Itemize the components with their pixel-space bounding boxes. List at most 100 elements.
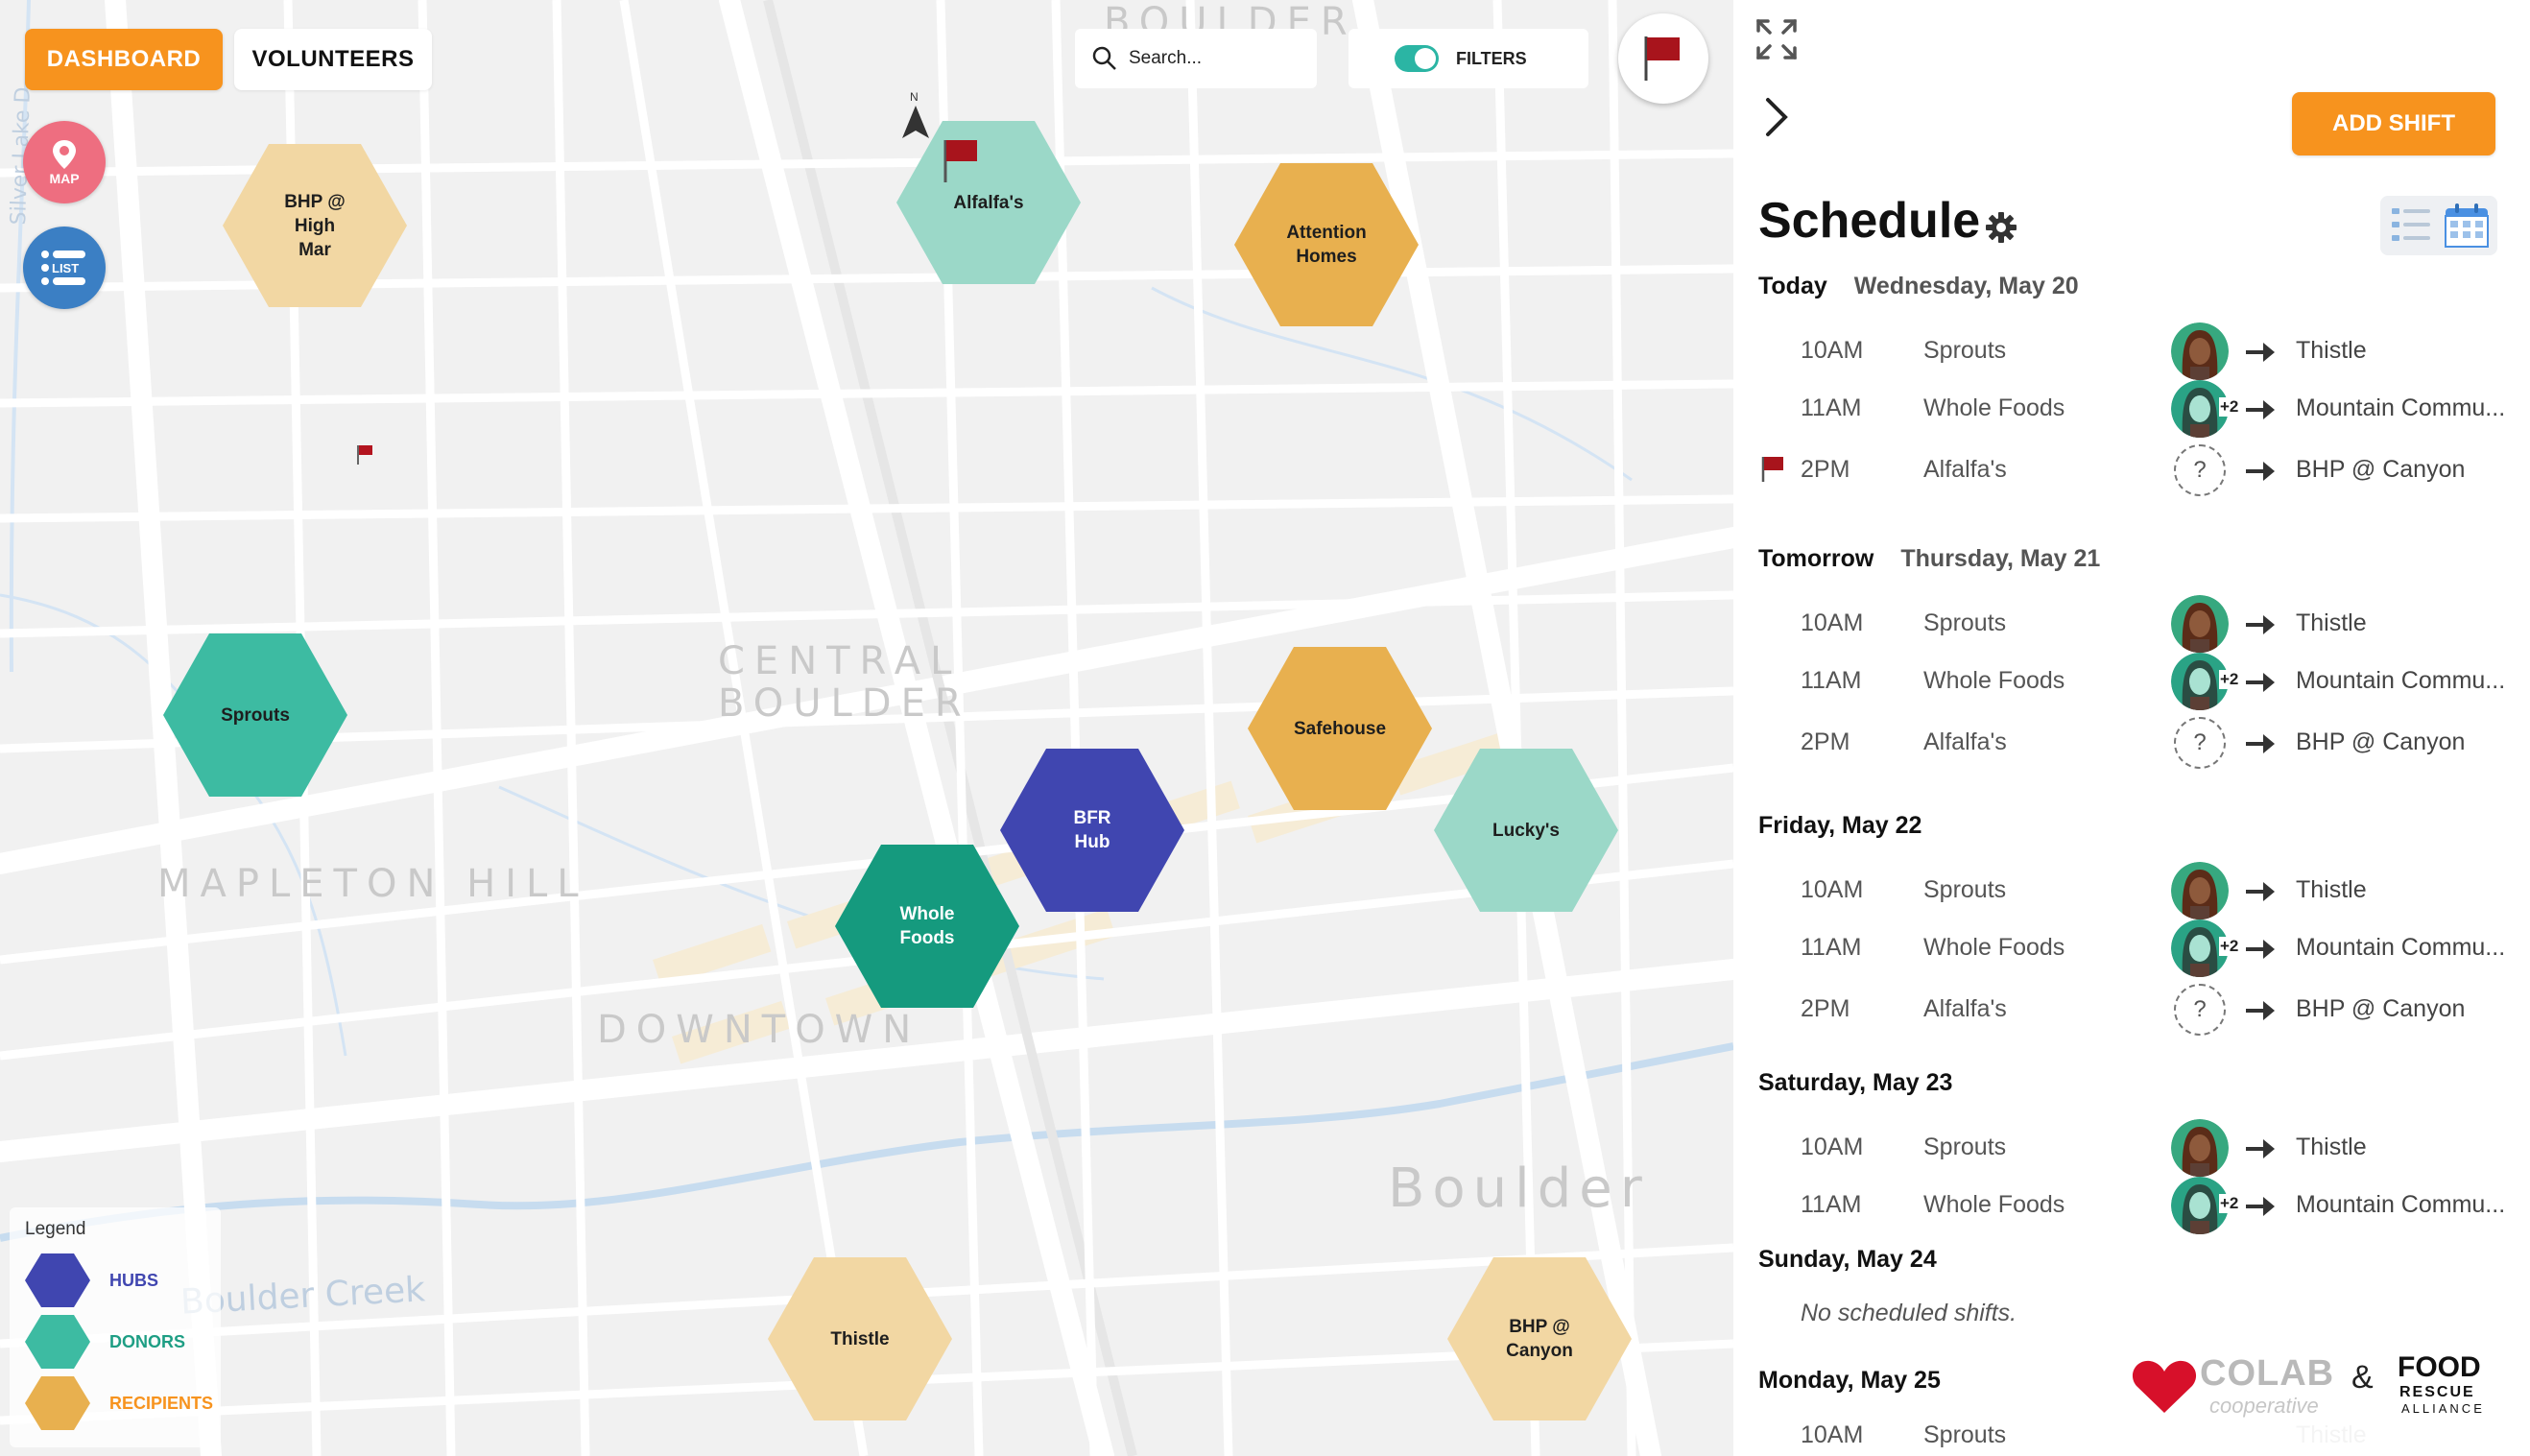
calendar-icon[interactable] [2442, 201, 2492, 251]
volunteer-avatar[interactable]: +2 [2171, 1177, 2240, 1234]
shift-time: 11AM [1801, 394, 1862, 421]
shift-row[interactable]: 2PM Alfalfa's? BHP @ Canyon [1733, 442, 2530, 499]
area-label-downtown: DOWNTOWN [597, 1008, 921, 1052]
shift-recipient: Thistle [2296, 1134, 2367, 1160]
search-input[interactable] [1127, 47, 1303, 70]
area-label-mapleton-hill: MAPLETON HILL [157, 862, 588, 906]
arrow-right-icon [2246, 882, 2275, 901]
day-header: Today Wednesday, May 20 [1758, 273, 2079, 300]
shift-recipient: BHP @ Canyon [2296, 728, 2466, 755]
volunteer-avatar[interactable] [2171, 322, 2229, 380]
expand-icon[interactable] [1753, 15, 1801, 63]
frc-line-3: ALLIANCE [2401, 1401, 2485, 1416]
map-view-button[interactable]: MAP [23, 121, 106, 203]
shift-row[interactable]: 11AM Whole Foods +2 Mountain Commu... [1733, 1177, 2530, 1234]
shift-row[interactable]: 11AM Whole Foods +2 Mountain Commu... [1733, 380, 2530, 438]
view-toggle[interactable] [2380, 196, 2497, 255]
frc-line-2: RESCUE [2399, 1384, 2475, 1400]
avatar [2171, 322, 2229, 380]
shift-recipient: Mountain Commu... [2296, 1191, 2506, 1218]
day-label: Sunday, May 24 [1758, 1246, 1937, 1273]
shift-donor: Sprouts [1923, 337, 2007, 364]
shift-recipient: Thistle [2296, 876, 2367, 903]
shift-time: 11AM [1801, 667, 1862, 694]
map-view[interactable]: N BOULDER CENTRAL BOULDER MAPLETON HILL … [0, 0, 1733, 1456]
day-label: Friday, May 22 [1758, 812, 1922, 839]
volunteer-avatar[interactable]: +2 [2171, 653, 2240, 710]
shift-donor: Alfalfa's [1923, 728, 2007, 755]
shift-row[interactable]: 10AM Sprouts Thistle [1733, 1119, 2530, 1177]
unassigned-volunteer[interactable]: ? [2171, 981, 2229, 1038]
day-header: Saturday, May 23 [1758, 1069, 1952, 1097]
shift-recipient: BHP @ Canyon [2296, 995, 2466, 1022]
chevron-right-icon[interactable] [1762, 96, 1791, 138]
shift-row[interactable]: 11AM Whole Foods +2 Mountain Commu... [1733, 653, 2530, 710]
shift-row[interactable]: 10AM Sprouts Thistle [1733, 322, 2530, 380]
day-label: Tomorrow [1758, 545, 1874, 572]
frc-line-1: FOOD [2398, 1351, 2481, 1383]
no-shifts-message: No scheduled shifts. [1801, 1300, 2017, 1326]
list-view-button[interactable]: LIST [23, 227, 106, 309]
shift-recipient: Mountain Commu... [2296, 667, 2506, 694]
shift-time: 10AM [1801, 1134, 1864, 1160]
arrow-right-icon [2246, 462, 2275, 481]
arrow-right-icon [2246, 400, 2275, 419]
colab-subtitle: cooperative [2209, 1394, 2319, 1418]
filters-toggle[interactable] [1395, 45, 1439, 72]
flag-filter-button[interactable] [1618, 13, 1708, 104]
day-header: Friday, May 22 [1758, 812, 1921, 840]
arrow-right-icon [2246, 673, 2275, 692]
volunteer-avatar[interactable]: +2 [2171, 919, 2240, 977]
avatar [2171, 1119, 2229, 1177]
list-button-label: LIST [52, 261, 80, 275]
map-flag-marker [357, 445, 372, 465]
search-box[interactable] [1075, 29, 1317, 88]
shift-time: 10AM [1801, 1421, 1864, 1448]
shift-row[interactable]: 10AM Sprouts Thistle [1733, 862, 2530, 919]
volunteer-avatar[interactable]: +2 [2171, 380, 2240, 438]
legend-hex-icon [25, 1376, 90, 1430]
dashboard-tab[interactable]: DASHBOARD [25, 29, 223, 90]
compass-arrow-icon [902, 106, 929, 138]
shift-time: 11AM [1801, 1191, 1862, 1218]
partner-logos: COLAB cooperative & FOOD RESCUE ALLIANCE [2117, 1334, 2530, 1456]
filters-control[interactable]: FILTERS [1349, 29, 1588, 88]
area-label-boulder-city: Boulder [1388, 1158, 1650, 1220]
gear-icon[interactable] [1985, 211, 2017, 244]
volunteer-avatar[interactable] [2171, 1119, 2229, 1177]
shift-donor: Sprouts [1923, 1134, 2007, 1160]
map-button-label: MAP [49, 171, 80, 186]
shift-row[interactable]: 11AM Whole Foods +2 Mountain Commu... [1733, 919, 2530, 977]
shift-donor: Whole Foods [1923, 394, 2065, 421]
shift-recipient: BHP @ Canyon [2296, 456, 2466, 483]
area-label-central: CENTRAL [718, 639, 962, 683]
volunteers-tab[interactable]: VOLUNTEERS [234, 29, 432, 90]
extra-volunteers-count: +2 [2219, 670, 2240, 689]
arrow-right-icon [2246, 615, 2275, 634]
add-shift-button[interactable]: ADD SHIFT [2292, 92, 2495, 155]
avatar [2171, 862, 2229, 919]
legend-hex-icon [25, 1253, 90, 1307]
unassigned-volunteer[interactable]: ? [2171, 442, 2229, 499]
question-icon: ? [2174, 444, 2226, 496]
search-icon [1092, 46, 1116, 70]
shift-time: 2PM [1801, 456, 1850, 483]
flag-icon [1761, 457, 1783, 482]
schedule-panel: ADD SHIFT Schedule Today Wednesday, May … [1733, 0, 2530, 1456]
legend-item-donors: DONORS [25, 1315, 185, 1369]
volunteer-avatar[interactable] [2171, 595, 2229, 653]
arrow-right-icon [2246, 940, 2275, 959]
shift-row[interactable]: 2PM Alfalfa's? BHP @ Canyon [1733, 714, 2530, 772]
volunteer-avatar[interactable] [2171, 862, 2229, 919]
list-view-icon[interactable] [2386, 201, 2436, 251]
shift-row[interactable]: 10AM Sprouts Thistle [1733, 595, 2530, 653]
shift-time: 10AM [1801, 876, 1864, 903]
shift-row[interactable]: 2PM Alfalfa's? BHP @ Canyon [1733, 981, 2530, 1038]
extra-volunteers-count: +2 [2219, 937, 2240, 956]
unassigned-volunteer[interactable]: ? [2171, 714, 2229, 772]
compass-label: N [910, 90, 919, 104]
legend-hex-icon [25, 1315, 90, 1369]
map-pin-icon [53, 140, 76, 169]
shift-time: 11AM [1801, 934, 1862, 961]
avatar [2171, 595, 2229, 653]
